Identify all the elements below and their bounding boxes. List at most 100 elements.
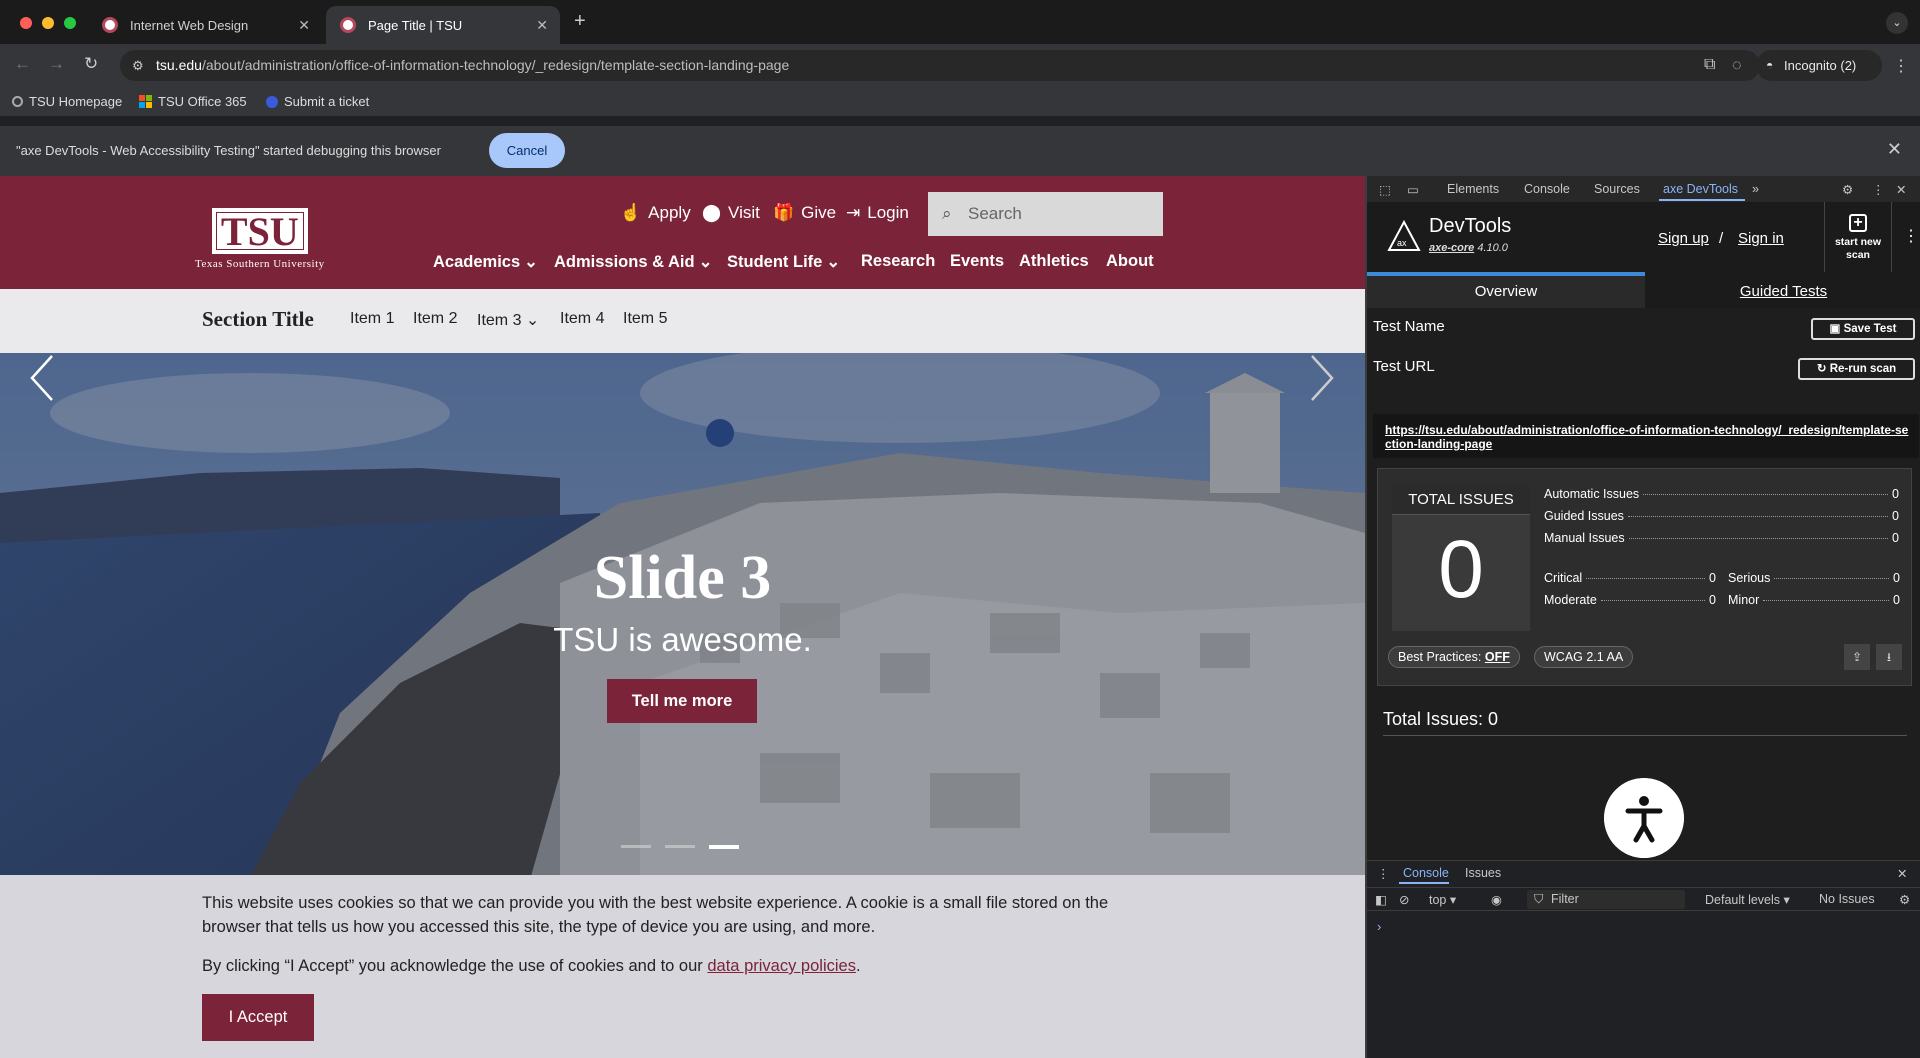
nav-research[interactable]: Research (861, 252, 935, 271)
tab-guided-tests[interactable]: Guided Tests (1645, 272, 1920, 308)
console-prompt-chevron-icon[interactable]: › (1377, 919, 1381, 934)
web-page: TSU Texas Southern University ☝ Apply ⬤ Vi… (0, 176, 1365, 1058)
browser-tab[interactable]: Internet Web Design ✕ (88, 6, 322, 44)
section-item-1[interactable]: Item 1 (350, 310, 394, 328)
automatic-issues-row[interactable]: Automatic Issues 0 (1544, 487, 1899, 501)
browser-menu-icon[interactable]: ⋮ (1893, 56, 1909, 76)
tab-console[interactable]: Console (1524, 182, 1570, 196)
settings-gear-icon[interactable]: ⚙ (1842, 182, 1853, 197)
bookmark-tsu-homepage[interactable]: TSU Homepage (12, 94, 122, 109)
nav-student-life[interactable]: Student Life ⌄ (727, 252, 840, 272)
issues-counter[interactable]: No Issues (1819, 892, 1875, 906)
section-item-4[interactable]: Item 4 (560, 310, 604, 328)
back-icon[interactable]: ← (14, 54, 31, 74)
close-drawer-icon[interactable]: ✕ (1897, 866, 1907, 881)
section-item-5[interactable]: Item 5 (623, 310, 667, 328)
infobar-cancel-button[interactable]: Cancel (489, 133, 565, 168)
tsu-logo[interactable]: TSU Texas Southern University (195, 208, 325, 270)
console-settings-icon[interactable]: ⚙ (1899, 892, 1910, 907)
device-toolbar-icon[interactable]: ▭ (1407, 182, 1419, 197)
close-tab-icon[interactable]: ✕ (298, 17, 310, 34)
rerun-scan-button[interactable]: ↻ Re-run scan (1798, 358, 1915, 380)
next-slide-icon[interactable] (1306, 353, 1336, 403)
browser-tab-active[interactable]: Page Title | TSU ✕ (326, 6, 560, 44)
slide-indicator[interactable] (665, 845, 695, 848)
test-url-link[interactable]: https://tsu.edu/about/administration/off… (1373, 414, 1919, 458)
bookmark-office-365[interactable]: TSU Office 365 (139, 94, 247, 109)
tab-axe-devtools[interactable]: axe DevTools (1663, 182, 1738, 196)
minor-row[interactable]: Minor 0 (1728, 593, 1900, 607)
reload-icon[interactable]: ↻ (84, 54, 98, 74)
new-tab-icon[interactable]: + (574, 10, 586, 33)
tell-me-more-button[interactable]: Tell me more (607, 679, 757, 723)
close-window-button[interactable] (20, 17, 32, 29)
drawer-tab-console[interactable]: Console (1403, 866, 1449, 880)
axe-menu-icon[interactable]: ⋮ (1903, 226, 1919, 246)
tab-elements[interactable]: Elements (1447, 182, 1499, 196)
minor-count: 0 (1893, 593, 1900, 607)
slide-indicator[interactable] (621, 845, 651, 848)
sign-up-link[interactable]: Sign up (1658, 230, 1709, 247)
nav-admissions[interactable]: Admissions & Aid ⌄ (554, 252, 712, 272)
tab-search-icon[interactable]: ⌄ (1886, 12, 1908, 34)
critical-row[interactable]: Critical 0 (1544, 571, 1716, 585)
live-expression-eye-icon[interactable]: ◉ (1491, 892, 1502, 907)
close-infobar-icon[interactable]: ✕ (1887, 139, 1902, 160)
address-bar[interactable]: ⚙ tsu.edu/about/administration/office-of… (120, 50, 1776, 81)
site-search-input[interactable]: ⌕ Search (928, 192, 1163, 236)
download-icon[interactable]: ⭳ (1876, 644, 1902, 670)
apply-link[interactable]: ☝ Apply (620, 203, 691, 223)
privacy-policy-link[interactable]: data privacy policies (707, 957, 856, 975)
login-label: Login (867, 203, 909, 222)
section-title[interactable]: Section Title (202, 307, 314, 332)
section-item-2[interactable]: Item 2 (413, 310, 457, 328)
nav-events[interactable]: Events (950, 252, 1004, 271)
best-practices-value: OFF (1484, 650, 1510, 664)
share-icon[interactable]: ⇪ (1844, 644, 1870, 670)
maximize-window-button[interactable] (64, 17, 76, 29)
best-practices-toggle[interactable]: Best Practices: OFF (1388, 646, 1520, 668)
devtools-menu-icon[interactable]: ⋮ (1872, 182, 1885, 197)
visit-link[interactable]: ⬤ Visit (702, 203, 760, 223)
axe-core-link[interactable]: axe-core (1429, 242, 1474, 254)
close-devtools-icon[interactable]: ✕ (1896, 182, 1906, 197)
nav-athletics[interactable]: Athletics (1019, 252, 1089, 271)
previous-slide-icon[interactable] (28, 353, 58, 403)
forward-icon[interactable]: → (48, 54, 65, 74)
give-link[interactable]: 🎁 Give (773, 203, 836, 223)
drawer-tab-issues[interactable]: Issues (1465, 866, 1501, 880)
section-item-3[interactable]: Item 3 ⌄ (477, 310, 539, 330)
tab-overview[interactable]: Overview (1367, 272, 1645, 308)
console-filter-input[interactable]: ⛉ Filter (1527, 890, 1685, 909)
sign-in-link[interactable]: Sign in (1738, 230, 1784, 247)
inspect-element-icon[interactable]: ⬚ (1379, 182, 1391, 197)
start-new-scan-button[interactable]: + start new scan (1824, 202, 1892, 272)
clear-console-icon[interactable]: ⊘ (1399, 892, 1409, 907)
close-tab-icon[interactable]: ✕ (536, 17, 548, 34)
serious-row[interactable]: Serious 0 (1728, 571, 1900, 585)
manual-issues-row[interactable]: Manual Issues 0 (1544, 531, 1899, 545)
nav-about[interactable]: About (1106, 252, 1154, 271)
save-test-button[interactable]: ▣ Save Test (1811, 318, 1915, 340)
incognito-profile-button[interactable]: ◓ Incognito (2) (1756, 50, 1882, 81)
sidebar-toggle-icon[interactable]: ◧ (1375, 892, 1387, 907)
log-levels-dropdown[interactable]: Default levels ▾ (1705, 892, 1790, 907)
accept-cookies-button[interactable]: I Accept (202, 994, 314, 1041)
wcag-standard-pill[interactable]: WCAG 2.1 AA (1534, 646, 1634, 668)
more-tabs-icon[interactable]: » (1752, 182, 1759, 196)
debugging-infobar: "axe DevTools - Web Accessibility Testin… (0, 126, 1920, 176)
tab-sources[interactable]: Sources (1594, 182, 1640, 196)
tracking-protection-icon[interactable]: ◌ (1732, 50, 1742, 81)
login-link[interactable]: ⇥ Login (846, 203, 909, 223)
extensions-icon[interactable]: ⧉ (1704, 56, 1715, 74)
context-selector[interactable]: top ▾ (1429, 892, 1456, 907)
minimize-window-button[interactable] (42, 17, 54, 29)
bookmark-submit-ticket[interactable]: Submit a ticket (266, 94, 369, 109)
drawer-menu-icon[interactable]: ⋮ (1377, 866, 1390, 881)
nav-academics[interactable]: Academics ⌄ (433, 252, 538, 272)
guided-issues-row[interactable]: Guided Issues 0 (1544, 509, 1899, 523)
moderate-row[interactable]: Moderate 0 (1544, 593, 1716, 607)
site-info-icon[interactable]: ⚙ (132, 50, 144, 81)
slide-indicator-active[interactable] (709, 845, 739, 849)
rerun-label: Re-run scan (1829, 363, 1897, 375)
